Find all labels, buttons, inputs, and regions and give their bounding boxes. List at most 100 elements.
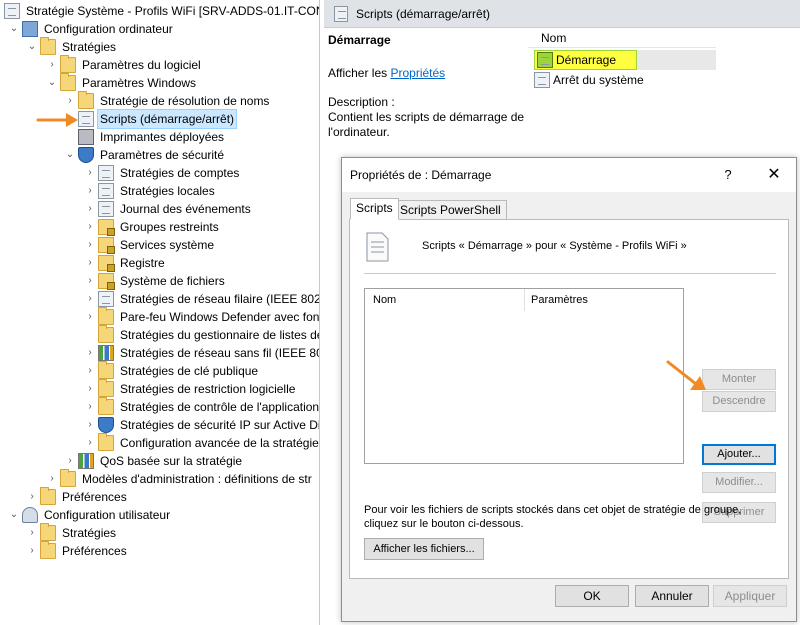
apply-button[interactable]: Appliquer bbox=[713, 585, 787, 607]
chevron-right-icon[interactable]: › bbox=[84, 416, 96, 434]
chevron-right-icon[interactable]: › bbox=[84, 164, 96, 182]
tree-item-restricted-groups[interactable]: › Groupes restreints bbox=[84, 218, 221, 236]
show-files-button[interactable]: Afficher les fichiers... bbox=[364, 538, 484, 560]
computer-icon bbox=[22, 21, 38, 37]
tree-label: Modèles d'administration : définitions d… bbox=[82, 472, 312, 486]
tree-item-ipsec[interactable]: › Stratégies de sécurité IP sur Active D… bbox=[84, 416, 319, 434]
tree-item-network-list[interactable]: Stratégies du gestionnaire de listes de bbox=[84, 325, 320, 344]
tree-item-file-system[interactable]: › Système de fichiers bbox=[84, 272, 227, 290]
add-button[interactable]: Ajouter... bbox=[702, 444, 776, 465]
tree-item-computer-config[interactable]: ⌄ Configuration ordinateur bbox=[8, 20, 175, 38]
tree-item-system-services[interactable]: › Services système bbox=[84, 236, 216, 254]
divider bbox=[364, 273, 776, 274]
chevron-right-icon[interactable]: › bbox=[84, 254, 96, 272]
tree-label: Stratégies de clé publique bbox=[120, 364, 259, 378]
chevron-down-icon[interactable]: ⌄ bbox=[8, 506, 20, 524]
chevron-right-icon[interactable]: › bbox=[46, 56, 58, 74]
tab-scripts[interactable]: Scripts bbox=[350, 198, 399, 220]
script-icon bbox=[534, 72, 550, 88]
policy-doc-icon bbox=[4, 3, 20, 19]
chevron-right-icon[interactable]: › bbox=[84, 308, 96, 326]
tree-item-user-policies[interactable]: › Stratégies bbox=[26, 523, 118, 542]
list-item-label: Arrêt du système bbox=[553, 73, 644, 87]
tree-item-user-config[interactable]: ⌄ Configuration utilisateur bbox=[8, 506, 172, 524]
scripts-list[interactable]: Nom Paramètres bbox=[364, 288, 684, 464]
chevron-right-icon[interactable]: › bbox=[84, 218, 96, 236]
tree-label: QoS basée sur la stratégie bbox=[100, 454, 243, 468]
tree-item-software-settings[interactable]: › Paramètres du logiciel bbox=[46, 55, 203, 74]
cancel-button[interactable]: Annuler bbox=[635, 585, 709, 607]
chevron-down-icon[interactable]: ⌄ bbox=[46, 74, 58, 92]
folder-icon bbox=[40, 487, 56, 505]
tree-item-wired-policies[interactable]: › Stratégies de réseau filaire (IEEE 802… bbox=[84, 290, 319, 308]
tree-item-windows-settings[interactable]: ⌄ Paramètres Windows bbox=[46, 73, 198, 92]
help-button[interactable]: ? bbox=[706, 158, 750, 192]
tree-item-admin-templates[interactable]: › Modèles d'administration : définitions… bbox=[46, 469, 314, 488]
tree-item-printers[interactable]: Imprimantes déployées bbox=[64, 128, 226, 146]
folder-icon bbox=[98, 307, 114, 325]
chevron-down-icon[interactable]: ⌄ bbox=[26, 38, 38, 56]
tree-item-scripts[interactable]: Scripts (démarrage/arrêt) bbox=[78, 109, 238, 129]
tree-item-preferences[interactable]: › Préférences bbox=[26, 487, 129, 506]
tree-item-software-restriction[interactable]: › Stratégies de restriction logicielle bbox=[84, 379, 297, 398]
move-up-button[interactable]: Monter bbox=[702, 369, 776, 390]
chevron-down-icon[interactable]: ⌄ bbox=[64, 146, 76, 164]
edit-button[interactable]: Modifier... bbox=[702, 472, 776, 493]
chevron-right-icon[interactable]: › bbox=[84, 236, 96, 254]
tree-item-security-settings[interactable]: ⌄ Paramètres de sécurité bbox=[64, 146, 226, 164]
list-item-shutdown[interactable]: Arrêt du système bbox=[534, 70, 644, 90]
tree-label: Stratégies de réseau sans fil (IEEE 802. bbox=[120, 346, 320, 360]
tree-item-wireless-policies[interactable]: › Stratégies de réseau sans fil (IEEE 80… bbox=[84, 344, 320, 362]
chevron-right-icon[interactable]: › bbox=[26, 488, 38, 506]
tree-label: Configuration utilisateur bbox=[44, 508, 171, 522]
chevron-right-icon[interactable]: › bbox=[46, 470, 58, 488]
dialog-titlebar[interactable]: Propriétés de : Démarrage ? ✕ bbox=[342, 158, 796, 192]
move-down-button[interactable]: Descendre bbox=[702, 391, 776, 412]
tree-item-event-log[interactable]: › Journal des événements bbox=[84, 200, 253, 218]
chevron-right-icon[interactable]: › bbox=[84, 380, 96, 398]
chevron-right-icon[interactable]: › bbox=[26, 542, 38, 560]
chevron-right-icon[interactable]: › bbox=[64, 92, 76, 110]
tree-item-public-key[interactable]: › Stratégies de clé publique bbox=[84, 361, 260, 380]
chevron-right-icon[interactable]: › bbox=[84, 200, 96, 218]
ok-button[interactable]: OK bbox=[555, 585, 629, 607]
tree-label: Stratégies du gestionnaire de listes de bbox=[120, 328, 320, 342]
show-prefix: Afficher les bbox=[328, 66, 388, 80]
tree-item-policies[interactable]: ⌄ Stratégies bbox=[26, 37, 118, 56]
tree-item-local-policies[interactable]: › Stratégies locales bbox=[84, 182, 217, 200]
list-column-name[interactable]: Nom bbox=[528, 28, 716, 48]
properties-link[interactable]: Propriétés bbox=[390, 66, 445, 80]
tree-item-user-preferences[interactable]: › Préférences bbox=[26, 541, 129, 560]
tree-item-qos[interactable]: › QoS basée sur la stratégie bbox=[64, 452, 244, 470]
chevron-right-icon[interactable]: › bbox=[84, 434, 96, 452]
tree-label: Stratégies de comptes bbox=[120, 166, 240, 180]
list-item-startup[interactable]: Démarrage bbox=[534, 50, 716, 70]
folder-icon bbox=[98, 433, 114, 451]
chevron-right-icon[interactable]: › bbox=[84, 182, 96, 200]
dialog-title: Propriétés de : Démarrage bbox=[350, 168, 492, 182]
folder-icon bbox=[60, 469, 76, 487]
tree-item-registry[interactable]: › Registre bbox=[84, 254, 167, 272]
chevron-right-icon[interactable]: › bbox=[84, 344, 96, 362]
tree-label: Paramètres de sécurité bbox=[100, 148, 225, 162]
policy-icon bbox=[98, 201, 114, 217]
chevron-right-icon[interactable]: › bbox=[84, 290, 96, 308]
tree-label: Stratégies locales bbox=[120, 184, 215, 198]
chevron-down-icon[interactable]: ⌄ bbox=[8, 20, 20, 38]
tree-item-app-control[interactable]: › Stratégies de contrôle de l'applicatio… bbox=[84, 397, 319, 416]
chevron-right-icon[interactable]: › bbox=[26, 524, 38, 542]
chevron-right-icon[interactable]: › bbox=[64, 452, 76, 470]
close-button[interactable]: ✕ bbox=[752, 158, 796, 192]
tree-item-advanced-audit[interactable]: › Configuration avancée de la stratégie bbox=[84, 433, 319, 452]
tree-label: Stratégies bbox=[62, 40, 117, 54]
chevron-right-icon[interactable]: › bbox=[84, 362, 96, 380]
tree-item-firewall[interactable]: › Pare-feu Windows Defender avec fon bbox=[84, 307, 319, 326]
tree-item-root-gpo[interactable]: Stratégie Système - Profils WiFi [SRV-AD… bbox=[4, 2, 319, 20]
chevron-right-icon[interactable]: › bbox=[84, 272, 96, 290]
column-header-parameters[interactable]: Paramètres bbox=[525, 289, 683, 311]
tree-item-name-resolution[interactable]: › Stratégie de résolution de noms bbox=[64, 91, 271, 110]
chevron-right-icon[interactable]: › bbox=[84, 398, 96, 416]
tree-item-account-policies[interactable]: › Stratégies de comptes bbox=[84, 164, 241, 182]
column-header-name[interactable]: Nom bbox=[365, 289, 525, 311]
tab-powershell-scripts[interactable]: Scripts PowerShell bbox=[394, 200, 507, 220]
